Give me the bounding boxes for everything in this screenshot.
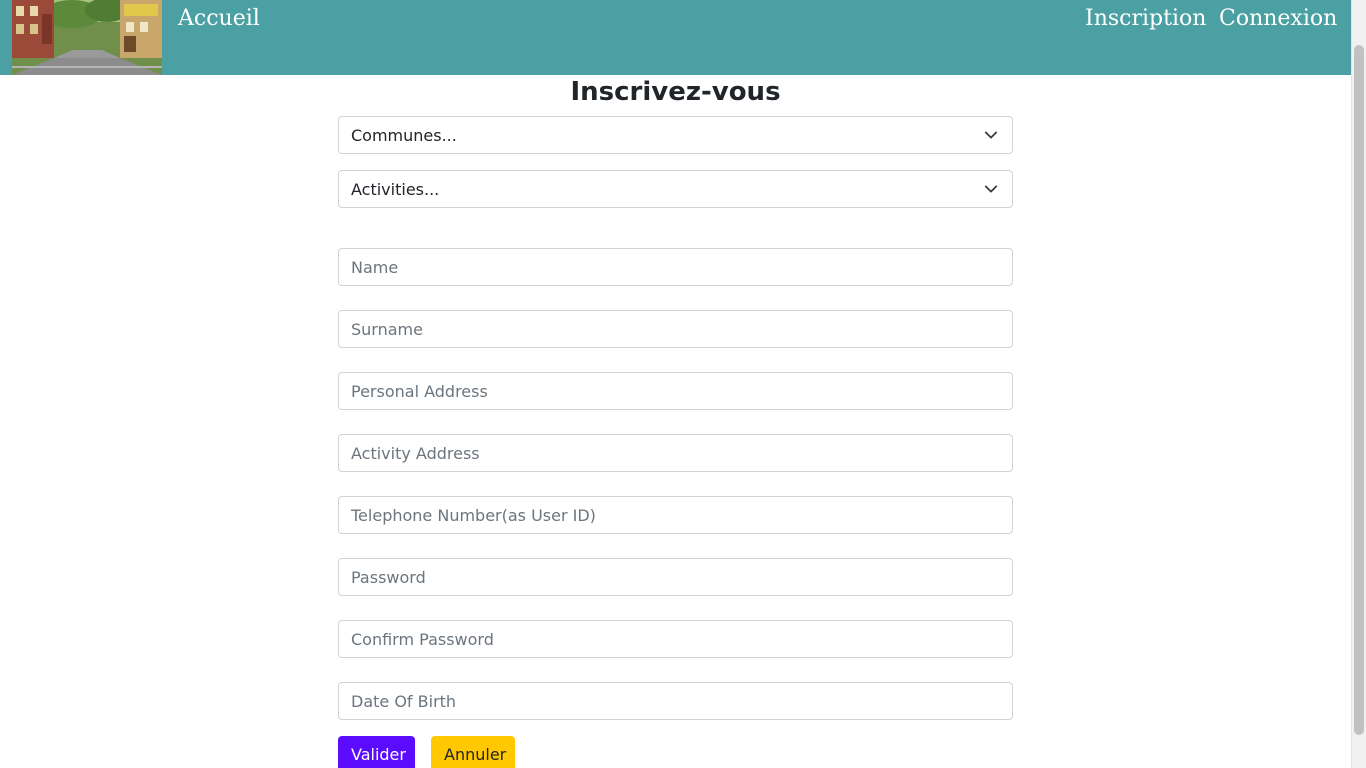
date-of-birth-input[interactable] — [338, 682, 1013, 720]
page: Accueil Inscription Connexion Inscrivez-… — [0, 0, 1366, 768]
scrollbar-thumb[interactable] — [1354, 45, 1364, 735]
activities-select-value: Activities... — [351, 179, 440, 199]
telephone-input[interactable] — [338, 496, 1013, 534]
submit-button[interactable]: Valider — [338, 736, 415, 768]
page-title: Inscrivez-vous — [570, 77, 781, 107]
nav-inscription-link[interactable]: Inscription — [1085, 5, 1206, 33]
confirm-password-input[interactable] — [338, 620, 1013, 658]
personal-address-input[interactable] — [338, 372, 1013, 410]
chevron-down-icon — [984, 131, 998, 139]
nav-home-link[interactable]: Accueil — [178, 5, 260, 33]
activities-select[interactable]: Activities... — [338, 170, 1013, 208]
activity-address-input[interactable] — [338, 434, 1013, 472]
communes-select-value: Communes... — [351, 125, 457, 145]
navbar: Accueil Inscription Connexion — [0, 0, 1351, 75]
password-input[interactable] — [338, 558, 1013, 596]
logo-street-image[interactable] — [12, 0, 162, 75]
name-input[interactable] — [338, 248, 1013, 286]
surname-input[interactable] — [338, 310, 1013, 348]
cancel-button[interactable]: Annuler — [431, 736, 515, 768]
chevron-down-icon — [984, 185, 998, 193]
nav-connexion-link[interactable]: Connexion — [1219, 5, 1337, 33]
vertical-scrollbar[interactable] — [1351, 0, 1366, 768]
communes-select[interactable]: Communes... — [338, 116, 1013, 154]
